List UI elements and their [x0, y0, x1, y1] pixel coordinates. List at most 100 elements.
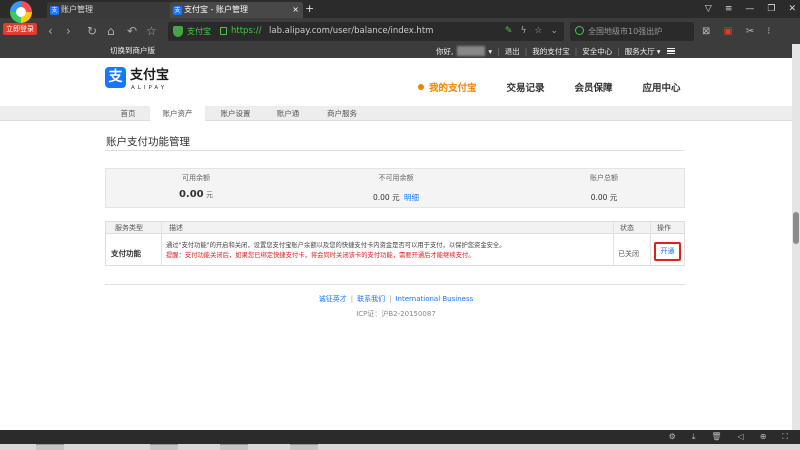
- username-blurred: [457, 46, 486, 56]
- search-box[interactable]: 全国地级市10强出炉: [570, 22, 694, 41]
- security-center-link[interactable]: 安全中心: [582, 46, 612, 57]
- zoom-icon[interactable]: ⊕: [760, 430, 767, 444]
- login-badge[interactable]: 立即登录: [3, 23, 37, 35]
- subtab-account-assets[interactable]: 账户资产: [150, 106, 205, 121]
- tab-close-icon[interactable]: ×: [292, 2, 299, 18]
- close-window-icon[interactable]: ✕: [788, 0, 796, 18]
- service-hall-link[interactable]: 服务大厅: [625, 46, 655, 57]
- minimize-icon[interactable]: —: [745, 0, 754, 18]
- subtab-merchant-services[interactable]: 商户服务: [314, 106, 370, 121]
- nav-transactions[interactable]: 交易记录: [507, 80, 545, 94]
- active-nav-dot-icon: [418, 84, 424, 90]
- page-scrollbar[interactable]: [792, 44, 800, 430]
- footer-divider: [105, 284, 685, 285]
- favorite-star-icon[interactable]: ☆: [534, 22, 542, 41]
- balance-detail-link[interactable]: 明细: [404, 193, 419, 202]
- header-description: 描述: [169, 224, 183, 232]
- payment-function-table: 服务类型 描述 状态 操作 支付功能 通过"支付功能"的开启和关闭，设置您支付宝…: [105, 221, 685, 266]
- extension-icons: ⊠ ▣ ✂ ⁝: [702, 22, 770, 41]
- footer-link-contact[interactable]: 联系我们: [357, 295, 385, 303]
- search-input[interactable]: 全国地级市10强出炉: [588, 22, 690, 41]
- back-icon[interactable]: ‹: [48, 22, 53, 40]
- bookmark-star-icon[interactable]: ☆: [146, 22, 157, 40]
- fullscreen-icon[interactable]: ⛶: [782, 430, 788, 444]
- download-icon[interactable]: ⤓: [692, 430, 696, 444]
- taskbar-item[interactable]: [150, 444, 178, 450]
- lock-icon: [220, 27, 227, 35]
- shopping-icon[interactable]: ⊠: [702, 22, 710, 41]
- browser-logo-icon: [10, 1, 32, 23]
- enable-payment-button[interactable]: 开通: [654, 242, 681, 261]
- search-icon: [575, 26, 584, 35]
- window-controls: ▽ ≡ — ❐ ✕: [705, 0, 796, 18]
- skin-icon[interactable]: ▽: [705, 0, 712, 18]
- accelerate-icon[interactable]: ⚙: [669, 430, 676, 444]
- available-balance-value: 0.00: [178, 189, 204, 200]
- my-alipay-link[interactable]: 我的支付宝: [532, 46, 570, 57]
- subtab-account-settings[interactable]: 账户设置: [208, 106, 263, 121]
- footer-links: 诚征英才 | 联系我们 | International Business: [318, 295, 474, 303]
- scissors-icon[interactable]: ✂: [746, 22, 754, 41]
- available-balance-unit: 元: [206, 191, 214, 199]
- logout-link[interactable]: 退出: [505, 46, 520, 57]
- new-tab-button[interactable]: +: [305, 2, 314, 16]
- nav-app-center[interactable]: 应用中心: [643, 80, 681, 94]
- tab-account-management[interactable]: 支 账户管理 ×: [47, 2, 180, 18]
- address-url: lab.alipay.com/user/balance/index.htm: [269, 26, 434, 36]
- status-cell: 已关闭: [618, 250, 639, 258]
- unavailable-balance-label: 不可用余额: [378, 174, 414, 182]
- gamepad-icon[interactable]: ▣: [723, 22, 732, 41]
- main-nav: 我的支付宝 交易记录 会员保障 应用中心: [418, 80, 681, 94]
- subtab-account-pass[interactable]: 账户通: [263, 106, 313, 121]
- menu-icon[interactable]: ≡: [725, 0, 733, 18]
- total-balance-value: 0.00: [590, 193, 608, 202]
- alipay-favicon-icon: 支: [173, 6, 182, 15]
- site-header: 支 支付宝 ALIPAY 我的支付宝 交易记录 会员保障 应用中心: [0, 58, 792, 106]
- browser-tab-bar: 立即登录 支 账户管理 × 支 支付宝 - 账户管理 × + ▽ ≡ — ❐ ✕: [0, 0, 800, 35]
- tab-alipay-account-management[interactable]: 支 支付宝 - 账户管理 ×: [170, 2, 303, 18]
- security-shield-icon: [173, 26, 183, 37]
- taskbar-item[interactable]: [290, 444, 318, 450]
- nav-member-protection[interactable]: 会员保障: [575, 80, 613, 94]
- title-divider: [105, 150, 685, 151]
- switch-to-merchant-link[interactable]: 切换到商户版: [110, 44, 155, 58]
- unavailable-balance-value: 0.00: [373, 193, 390, 202]
- alipay-logo[interactable]: 支 支付宝 ALIPAY: [105, 67, 169, 95]
- icp-license: ICP证：沪B2-20150087: [356, 310, 436, 318]
- unavailable-balance: 0.00 元 明细: [316, 192, 476, 203]
- undo-icon[interactable]: ↶: [127, 22, 137, 40]
- taskbar-item[interactable]: [220, 444, 248, 450]
- topbar-user-links: 你好, ▾ | 退出 | 我的支付宝 | 安全中心 | 服务大厅 ▾: [436, 44, 675, 58]
- tab-title: 账户管理: [61, 5, 93, 14]
- header-action: 操作: [657, 224, 671, 232]
- total-balance-unit: 元: [609, 193, 618, 202]
- service-dropdown-icon[interactable]: ▾: [657, 47, 661, 56]
- hamburger-menu-icon[interactable]: [666, 48, 675, 54]
- taskbar-item[interactable]: [36, 444, 64, 450]
- table-header: 服务类型 描述 状态 操作: [106, 222, 684, 234]
- forward-icon[interactable]: ›: [66, 22, 71, 40]
- scrollbar-thumb[interactable]: [793, 212, 799, 244]
- lightning-icon[interactable]: ϟ: [520, 22, 526, 41]
- user-dropdown-icon[interactable]: ▾: [488, 47, 492, 56]
- microphone-icon[interactable]: ✎: [505, 22, 513, 41]
- restore-icon[interactable]: ❐: [767, 0, 775, 18]
- refresh-icon[interactable]: ↻: [87, 22, 97, 40]
- trash-icon[interactable]: 🗑: [711, 430, 721, 444]
- alipay-logo-icon: 支: [105, 67, 126, 88]
- dropdown-chevron-icon[interactable]: ⌄: [550, 22, 558, 41]
- browser-toolbar: ‹ › ↻ ⌂ ↶ ☆ 支付宝 https:// lab.alipay.com/…: [0, 18, 800, 44]
- nav-my-alipay[interactable]: 我的支付宝: [429, 80, 477, 94]
- site-topbar: 切换到商户版 你好, ▾ | 退出 | 我的支付宝 | 安全中心 | 服务大厅 …: [0, 44, 792, 58]
- volume-icon[interactable]: ◁: [738, 430, 744, 444]
- brand-name: 支付宝: [130, 68, 170, 83]
- address-bar[interactable]: 支付宝 https:// lab.alipay.com/user/balance…: [168, 22, 564, 41]
- tab-title: 支付宝 - 账户管理: [184, 5, 248, 14]
- subtab-home[interactable]: 首页: [106, 106, 150, 121]
- footer-link-careers[interactable]: 诚征英才: [319, 295, 347, 303]
- page-viewport: 切换到商户版 你好, ▾ | 退出 | 我的支付宝 | 安全中心 | 服务大厅 …: [0, 44, 792, 430]
- grid-icon[interactable]: ⁝: [767, 22, 770, 41]
- home-icon[interactable]: ⌂: [107, 22, 115, 40]
- footer-link-international[interactable]: International Business: [395, 295, 473, 303]
- browser-logo[interactable]: 立即登录: [3, 1, 37, 37]
